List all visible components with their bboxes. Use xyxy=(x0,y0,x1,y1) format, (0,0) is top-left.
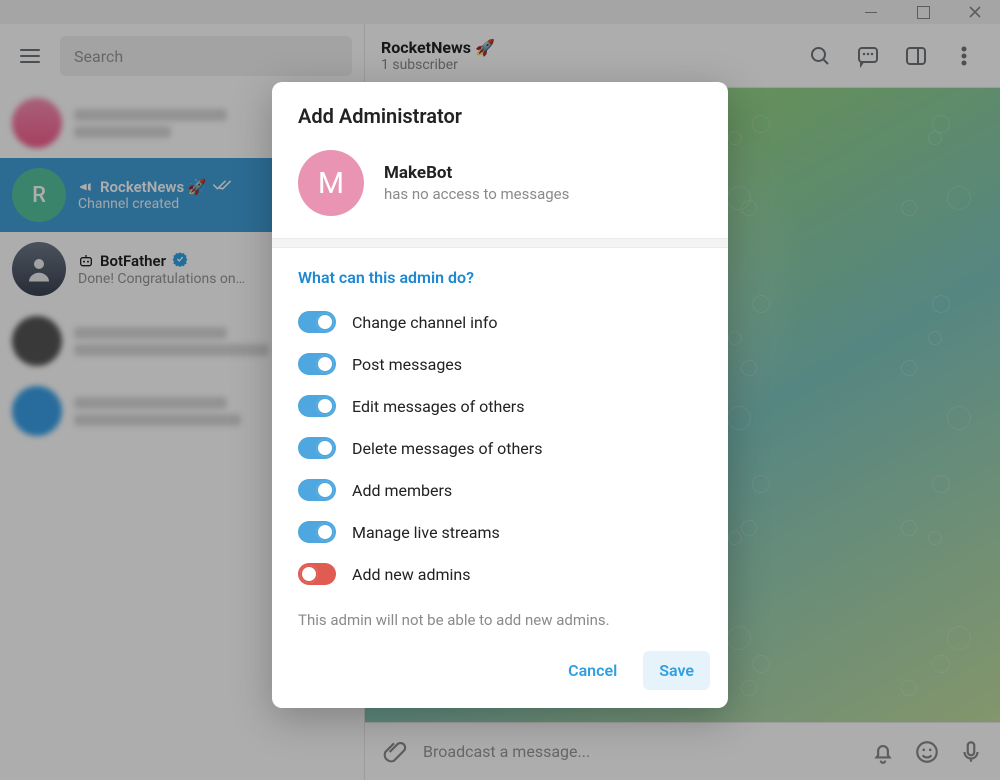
permission-toggle[interactable] xyxy=(298,395,336,417)
permission-label: Add new admins xyxy=(352,565,471,584)
check-icon xyxy=(316,523,334,541)
save-button[interactable]: Save xyxy=(643,651,710,690)
check-icon xyxy=(316,439,334,457)
cancel-button[interactable]: Cancel xyxy=(552,651,633,690)
permission-toggle[interactable] xyxy=(298,563,336,585)
permissions-title: What can this admin do? xyxy=(298,268,702,287)
check-icon xyxy=(316,313,334,331)
permission-row[interactable]: Add new admins xyxy=(298,553,702,595)
permission-label: Post messages xyxy=(352,355,462,374)
permission-label: Delete messages of others xyxy=(352,439,542,458)
permission-toggle[interactable] xyxy=(298,311,336,333)
modal-title: Add Administrator xyxy=(298,104,702,128)
modal-actions: Cancel Save xyxy=(272,643,728,708)
divider xyxy=(272,238,728,248)
permission-row[interactable]: Delete messages of others xyxy=(298,427,702,469)
check-icon xyxy=(316,355,334,373)
permission-label: Add members xyxy=(352,481,452,500)
permission-label: Change channel info xyxy=(352,313,498,332)
permission-row[interactable]: Post messages xyxy=(298,343,702,385)
modal-user-row[interactable]: M MakeBot has no access to messages xyxy=(272,146,728,238)
permission-label: Manage live streams xyxy=(352,523,500,542)
user-status: has no access to messages xyxy=(384,185,569,203)
permissions-note: This admin will not be able to add new a… xyxy=(272,605,728,643)
permission-row[interactable]: Edit messages of others xyxy=(298,385,702,427)
permission-row[interactable]: Manage live streams xyxy=(298,511,702,553)
user-avatar: M xyxy=(298,150,364,216)
permission-toggle[interactable] xyxy=(298,521,336,543)
check-icon xyxy=(316,481,334,499)
permission-label: Edit messages of others xyxy=(352,397,524,416)
permissions-section: What can this admin do? Change channel i… xyxy=(272,248,728,605)
user-name: MakeBot xyxy=(384,163,569,183)
permission-toggle[interactable] xyxy=(298,437,336,459)
permission-row[interactable]: Add members xyxy=(298,469,702,511)
modal-header: Add Administrator xyxy=(272,82,728,146)
add-admin-modal: Add Administrator M MakeBot has no acces… xyxy=(272,82,728,708)
modal-overlay[interactable]: Add Administrator M MakeBot has no acces… xyxy=(0,0,1000,780)
permission-toggle[interactable] xyxy=(298,479,336,501)
x-icon xyxy=(300,565,318,583)
permission-toggle[interactable] xyxy=(298,353,336,375)
permission-row[interactable]: Change channel info xyxy=(298,301,702,343)
check-icon xyxy=(316,397,334,415)
